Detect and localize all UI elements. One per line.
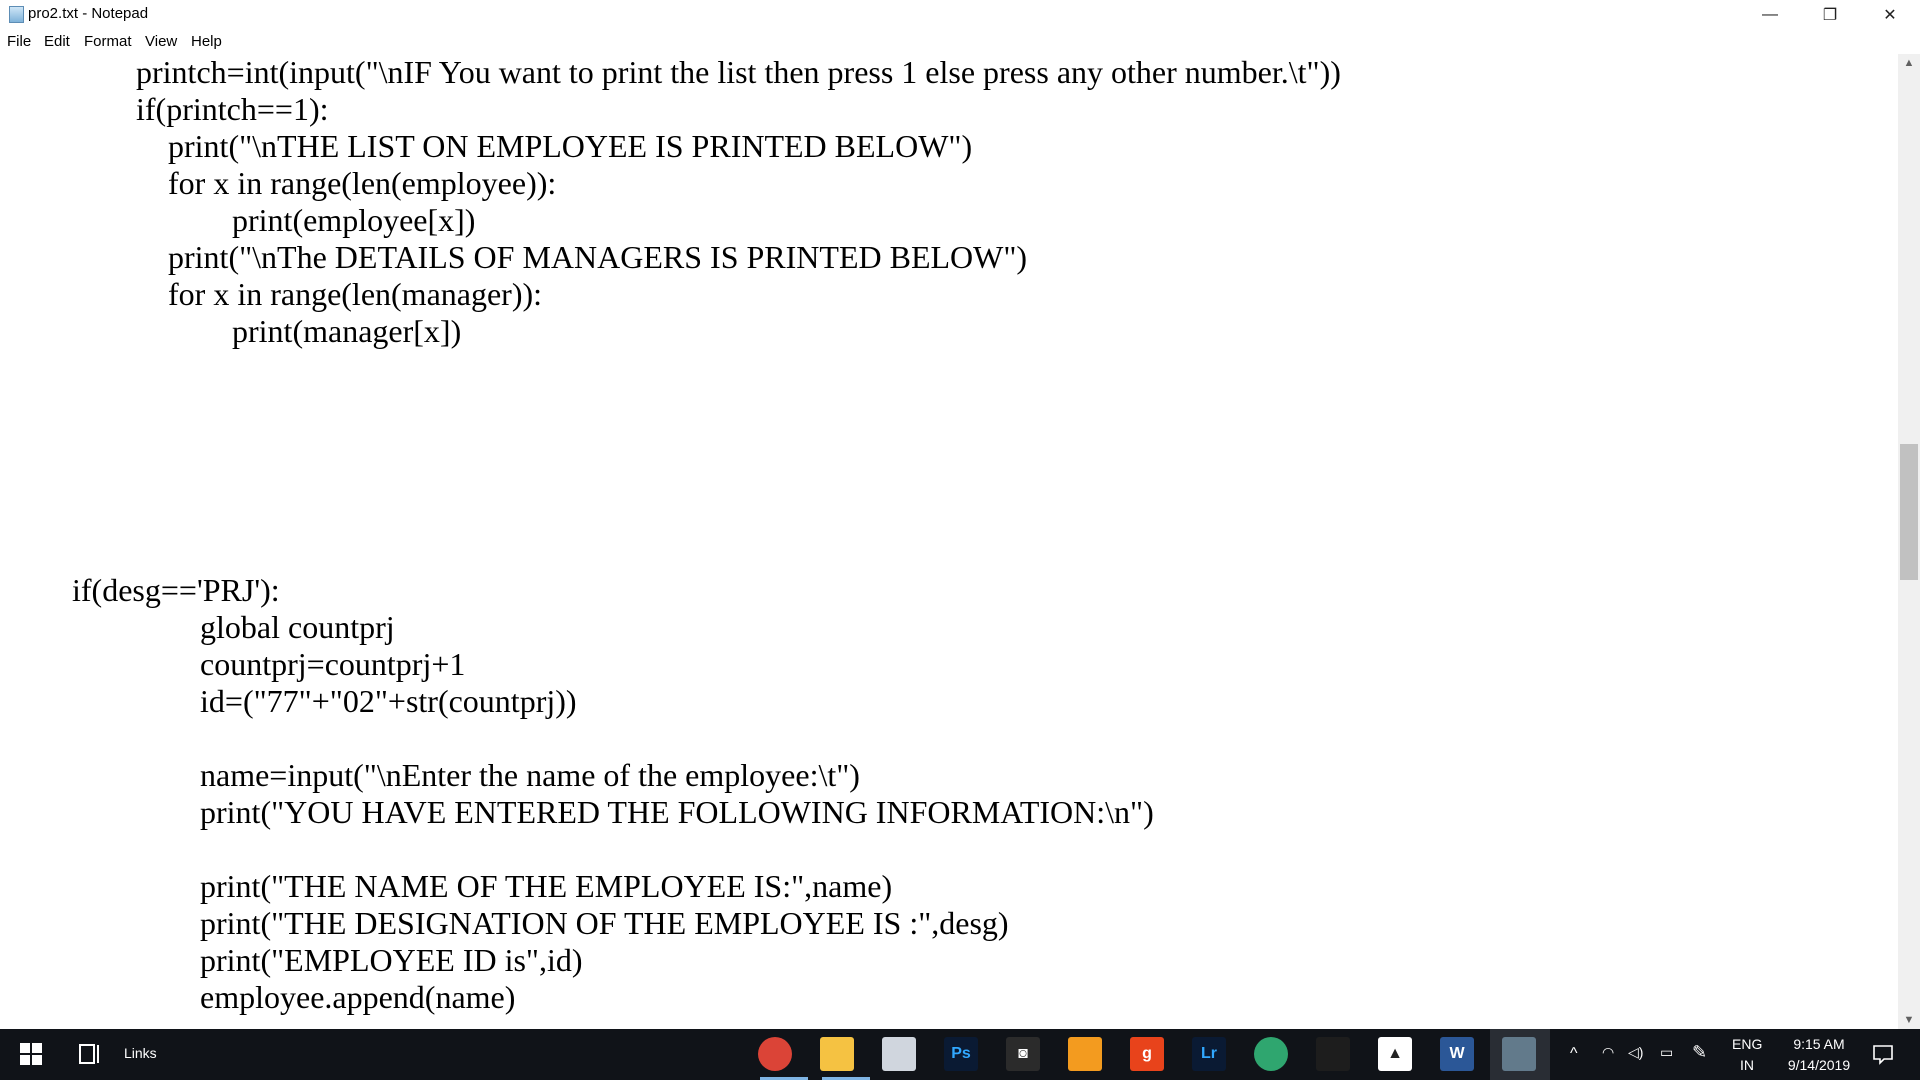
code-line: print("EMPLOYEE ID is",id)	[200, 942, 583, 978]
title-bar: pro2.txt - Notepad — ❐ ✕	[0, 0, 1920, 30]
language-region[interactable]: IN	[1740, 1057, 1754, 1073]
code-line: print("THE DESIGNATION OF THE EMPLOYEE I…	[200, 905, 1009, 941]
file-explorer-icon[interactable]	[820, 1037, 854, 1071]
wifi-icon[interactable]: ◠	[1602, 1044, 1614, 1061]
menu-view[interactable]: View	[145, 33, 177, 50]
clock-date[interactable]: 9/14/2019	[1776, 1057, 1862, 1073]
start-button[interactable]	[14, 1037, 48, 1071]
terminal-icon[interactable]	[1316, 1037, 1350, 1071]
code-line: print("\nThe DETAILS OF MANAGERS IS PRIN…	[168, 239, 1028, 275]
code-line: printch=int(input("\nIF You want to prin…	[136, 54, 1341, 90]
vertical-scrollbar[interactable]: ▲ ▼	[1898, 54, 1920, 1029]
task-view-icon	[79, 1044, 99, 1064]
code-line: print(employee[x])	[232, 202, 476, 238]
clock-time[interactable]: 9:15 AM	[1784, 1036, 1854, 1052]
minimize-button[interactable]: —	[1740, 0, 1800, 30]
scrollbar-thumb[interactable]	[1900, 444, 1918, 580]
code-line: for x in range(len(employee)):	[168, 165, 557, 201]
code-line: if(desg=='PRJ'):	[72, 572, 280, 608]
code-line: if(printch==1):	[136, 91, 329, 127]
code-line: id=("77"+"02"+str(countprj))	[200, 683, 577, 719]
code-line: print(manager[x])	[232, 313, 462, 349]
close-button[interactable]: ✕	[1860, 0, 1920, 30]
code-line: for x in range(len(manager)):	[168, 276, 543, 312]
task-view-button[interactable]	[74, 1037, 108, 1071]
menu-file[interactable]: File	[7, 33, 31, 50]
windows-logo-icon	[20, 1043, 42, 1065]
links-toolbar[interactable]: Links	[124, 1045, 157, 1061]
code-line: print("THE NAME OF THE EMPLOYEE IS:",nam…	[200, 868, 893, 904]
restore-button[interactable]: ❐	[1800, 0, 1860, 30]
chrome-icon[interactable]	[758, 1037, 792, 1071]
code-line: global countprj	[200, 609, 395, 645]
chevron-up-icon[interactable]: ^	[1570, 1045, 1578, 1063]
g-app-icon[interactable]: g	[1130, 1037, 1164, 1071]
code-line: countprj=countprj+1	[200, 646, 466, 682]
active-app-highlight	[1490, 1029, 1550, 1080]
battery-icon[interactable]: ▭	[1660, 1044, 1673, 1061]
volume-icon[interactable]: ◁)	[1628, 1044, 1643, 1061]
photoshop-icon[interactable]: Ps	[944, 1037, 978, 1071]
code-line: print("\nTHE LIST ON EMPLOYEE IS PRINTED…	[168, 128, 973, 164]
menu-edit[interactable]: Edit	[44, 33, 70, 50]
word-icon[interactable]: W	[1440, 1037, 1474, 1071]
menu-format[interactable]: Format	[84, 33, 132, 50]
scroll-up-icon[interactable]: ▲	[1898, 54, 1920, 72]
taskbar: Links Ps ◙ g Lr ▲ W ^ ◠ ◁) ▭ ✎ ENG IN 9:15 AM…	[0, 1029, 1920, 1080]
language-code[interactable]: ENG	[1732, 1036, 1762, 1052]
office-icon[interactable]	[1068, 1037, 1102, 1071]
menu-help[interactable]: Help	[191, 33, 222, 50]
lightroom-icon[interactable]: Lr	[1192, 1037, 1226, 1071]
mail-icon[interactable]	[882, 1037, 916, 1071]
notepad-icon	[9, 6, 24, 23]
code-line: print("YOU HAVE ENTERED THE FOLLOWING IN…	[200, 794, 1154, 830]
code-line: name=input("\nEnter the name of the empl…	[200, 757, 860, 793]
notifications-button[interactable]	[1866, 1037, 1900, 1071]
photos-icon[interactable]: ▲	[1378, 1037, 1412, 1071]
browser-icon[interactable]	[1254, 1037, 1288, 1071]
code-line: employee.append(name)	[200, 979, 516, 1015]
menu-bar: File Edit Format View Help	[0, 30, 1920, 54]
action-center-icon	[1873, 1045, 1893, 1065]
pen-icon[interactable]: ✎	[1692, 1042, 1707, 1063]
app-icon[interactable]: ◙	[1006, 1037, 1040, 1071]
text-editor[interactable]: printch=int(input("\nIF You want to prin…	[0, 54, 1898, 1029]
scroll-down-icon[interactable]: ▼	[1898, 1011, 1920, 1029]
window-title: pro2.txt - Notepad	[28, 5, 149, 22]
